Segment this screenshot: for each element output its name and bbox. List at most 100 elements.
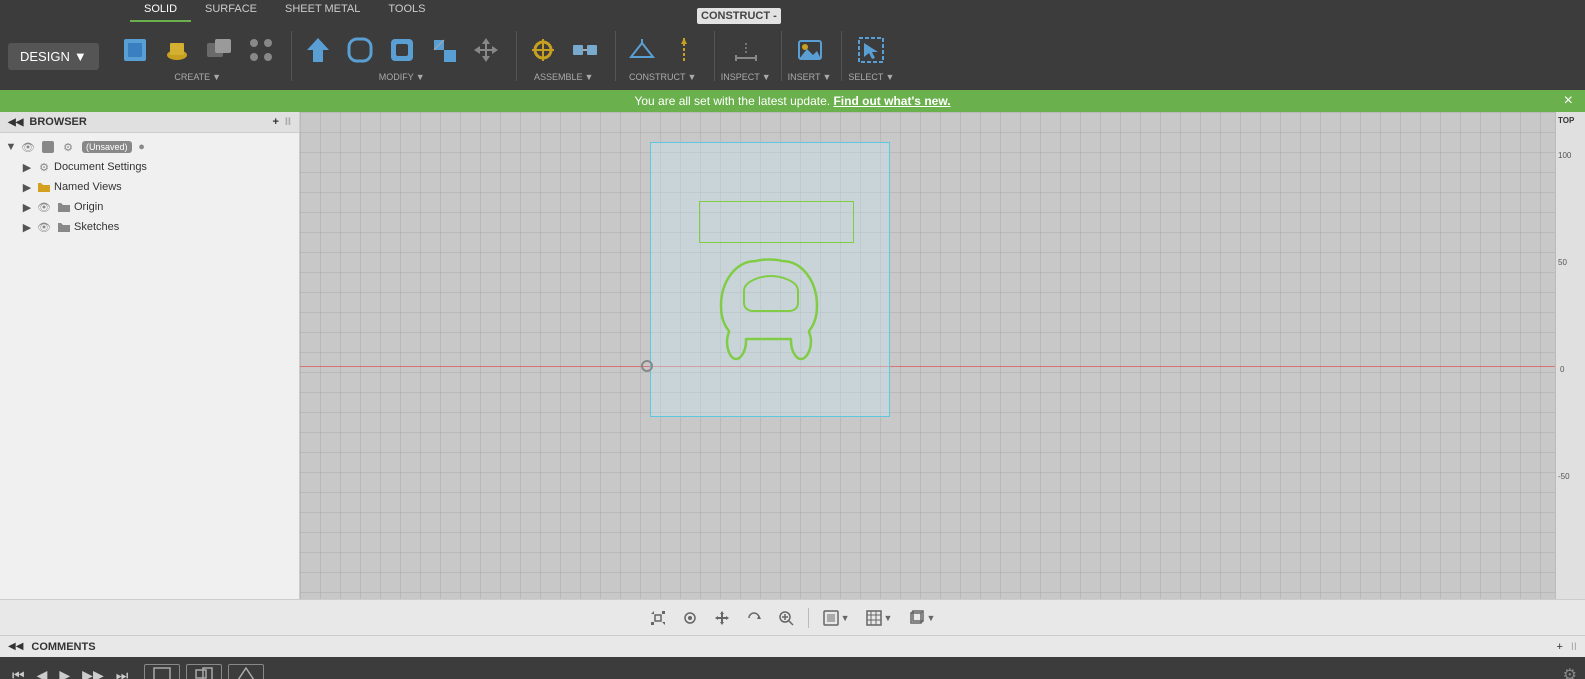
tree-toggle-origin[interactable]: ▶ bbox=[20, 200, 34, 214]
playback-prev-btn[interactable]: ◀ bbox=[33, 663, 52, 679]
notification-close[interactable]: × bbox=[1564, 92, 1573, 110]
browser-plus-icon[interactable]: + bbox=[272, 116, 278, 128]
tree-item-named-views[interactable]: ▶ Named Views bbox=[0, 177, 299, 197]
tree-label-named-views: Named Views bbox=[54, 181, 122, 193]
comments-plus[interactable]: + bbox=[1556, 641, 1562, 653]
tab-bar: SOLID SURFACE SHEET METAL TOOLS bbox=[0, 0, 1585, 22]
insert-label: INSERT ▼ bbox=[788, 72, 832, 82]
playback-bar: ⏮ ◀ ▶ ▶▶ ⏭ ⚙ bbox=[0, 657, 1585, 679]
tree-toggle-sketches[interactable]: ▶ bbox=[20, 220, 34, 234]
pan-btn[interactable] bbox=[708, 606, 736, 630]
construct-axis-btn[interactable] bbox=[664, 30, 704, 70]
construct-axis-icon bbox=[668, 34, 700, 66]
move-copy-icon bbox=[470, 34, 502, 66]
divider-6 bbox=[841, 31, 842, 81]
ruler-mark-0: 0 bbox=[1560, 365, 1564, 374]
tab-tools[interactable]: TOOLS bbox=[374, 0, 439, 22]
shell-btn[interactable] bbox=[382, 30, 422, 70]
right-ruler: TOP 100 50 0 -50 bbox=[1555, 112, 1585, 599]
tree-label-doc-settings: Document Settings bbox=[54, 161, 147, 173]
ruler-mark-minus50: -50 bbox=[1558, 472, 1570, 481]
sketch-figure bbox=[706, 251, 836, 384]
comments-bar: ◀◀ COMMENTS + II bbox=[0, 635, 1585, 657]
tree-icon-folder-sketches[interactable] bbox=[56, 219, 72, 235]
combine-btn[interactable] bbox=[199, 30, 239, 70]
construct-section: CONSTRUCT ▼ bbox=[622, 30, 704, 82]
playback-first-btn[interactable]: ⏮ bbox=[8, 663, 29, 679]
tree-toggle-doc-settings[interactable]: ▶ bbox=[20, 160, 34, 174]
tree-label-sketches: Sketches bbox=[74, 221, 119, 233]
divider-4 bbox=[714, 31, 715, 81]
tab-surface[interactable]: SURFACE bbox=[191, 0, 271, 22]
scale-icon bbox=[428, 34, 460, 66]
tree-icon-layer[interactable] bbox=[40, 139, 56, 155]
bottom-toolbar: ▼ ▼ ▼ bbox=[0, 599, 1585, 635]
new-component-btn[interactable] bbox=[115, 30, 155, 70]
tab-sheet-metal[interactable]: SHEET METAL bbox=[271, 0, 374, 22]
tree-item-sketches[interactable]: ▶ 👁 Sketches bbox=[0, 217, 299, 237]
inspect-section: INSPECT ▼ bbox=[721, 30, 771, 82]
tree-item-doc-settings[interactable]: ▶ ⚙ Document Settings bbox=[0, 157, 299, 177]
tree-toggle-root[interactable]: ▼ bbox=[4, 140, 18, 154]
shape-rect-2[interactable] bbox=[186, 664, 222, 679]
scale-btn[interactable] bbox=[424, 30, 464, 70]
grid-settings-btn[interactable]: ▼ bbox=[860, 606, 899, 630]
zoom-btn[interactable] bbox=[772, 606, 800, 630]
tree-item-root[interactable]: ▼ 👁 ⚙ (Unsaved) ● bbox=[0, 137, 299, 157]
canvas-area[interactable]: TOP 100 50 0 -50 bbox=[300, 112, 1585, 599]
toolbar-row: DESIGN ▼ bbox=[0, 22, 1585, 90]
shell-icon bbox=[386, 34, 418, 66]
tree-icon-folder-origin[interactable] bbox=[56, 199, 72, 215]
playback-shapes bbox=[144, 664, 264, 679]
playback-next-btn[interactable]: ▶▶ bbox=[78, 663, 108, 679]
notification-link[interactable]: Find out what's new. bbox=[833, 94, 950, 108]
tree-icon-eye-sketches[interactable]: 👁 bbox=[36, 219, 52, 235]
browser-collapse-icon[interactable]: ◀◀ bbox=[8, 117, 23, 128]
tree-label-origin: Origin bbox=[74, 201, 103, 213]
playback-play-btn[interactable]: ▶ bbox=[55, 663, 74, 679]
notification-bar: You are all set with the latest update. … bbox=[0, 90, 1585, 112]
tree-icon-dot: ● bbox=[134, 139, 150, 155]
display-settings-btn[interactable]: ▼ bbox=[817, 606, 856, 630]
joint-btn[interactable] bbox=[523, 30, 563, 70]
insert-image-btn[interactable] bbox=[790, 30, 830, 70]
tree-item-origin[interactable]: ▶ 👁 Origin bbox=[0, 197, 299, 217]
view-cube-btn[interactable]: ▼ bbox=[902, 606, 941, 630]
shape-triangle[interactable] bbox=[228, 664, 264, 679]
fillet-icon bbox=[344, 34, 376, 66]
tree-icon-eye-origin[interactable]: 👁 bbox=[36, 199, 52, 215]
shape-rect-1[interactable] bbox=[144, 664, 180, 679]
select-btn[interactable] bbox=[851, 30, 891, 70]
horizontal-axis bbox=[300, 366, 1585, 367]
measure-btn[interactable] bbox=[726, 30, 766, 70]
fillet-btn[interactable] bbox=[340, 30, 380, 70]
move-copy-btn[interactable] bbox=[466, 30, 506, 70]
divider-2 bbox=[516, 31, 517, 81]
comments-collapse[interactable]: ◀◀ bbox=[8, 641, 23, 652]
tree-icon-gear[interactable]: ⚙ bbox=[60, 139, 76, 155]
push-pull-icon bbox=[302, 34, 334, 66]
construct-plane-btn[interactable] bbox=[622, 30, 662, 70]
pattern-btn[interactable] bbox=[241, 30, 281, 70]
look-at-btn[interactable] bbox=[676, 606, 704, 630]
settings-icon-bottom[interactable]: ⚙ bbox=[1563, 665, 1577, 679]
comments-label: COMMENTS bbox=[31, 641, 95, 653]
tree-toggle-named-views[interactable]: ▶ bbox=[20, 180, 34, 194]
assembly-btn[interactable] bbox=[565, 30, 605, 70]
tree-icon-folder-named-views[interactable] bbox=[36, 179, 52, 195]
pattern-icon bbox=[245, 34, 277, 66]
orbit-btn[interactable] bbox=[740, 606, 768, 630]
push-pull-btn[interactable] bbox=[298, 30, 338, 70]
tab-solid[interactable]: SOLID bbox=[130, 0, 191, 22]
select-icon bbox=[855, 34, 887, 66]
divider-1 bbox=[291, 31, 292, 81]
fit-view-btn[interactable] bbox=[644, 606, 672, 630]
playback-last-btn[interactable]: ⏭ bbox=[112, 663, 133, 679]
browser-tree: ▼ 👁 ⚙ (Unsaved) ● ▶ ⚙ Document Settings bbox=[0, 133, 299, 599]
design-button[interactable]: DESIGN ▼ bbox=[8, 43, 99, 70]
extrude-btn[interactable] bbox=[157, 30, 197, 70]
tree-icon-gear-doc[interactable]: ⚙ bbox=[36, 159, 52, 175]
tree-icon-eye[interactable]: 👁 bbox=[20, 139, 36, 155]
comments-pipe: II bbox=[1571, 641, 1577, 653]
inspect-label: INSPECT ▼ bbox=[721, 72, 771, 82]
